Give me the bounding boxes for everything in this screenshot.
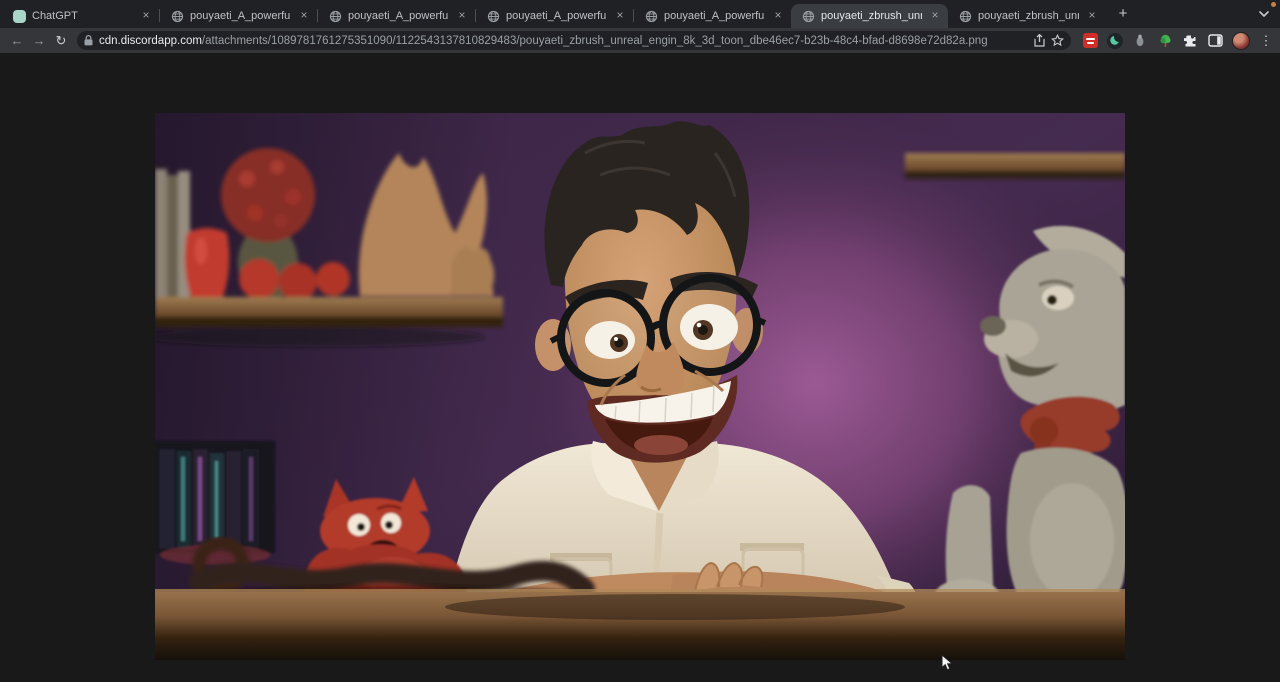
tab-title: ChatGPT [32,10,133,22]
address-bar[interactable]: cdn.discordapp.com/attachments/108978176… [77,31,1071,50]
globe-icon [486,9,500,23]
tab-active[interactable]: pouyaeti_zbrush_unreal_engin × [791,4,948,28]
tab-title: pouyaeti_A_powerful_modern [190,10,291,22]
new-tab-button[interactable]: + [1111,2,1135,26]
tab-close-icon[interactable]: × [1085,9,1099,23]
tab-close-icon[interactable]: × [297,9,311,23]
reload-button[interactable]: ↻ [51,31,71,51]
shelf-top-right [905,153,1125,179]
tab[interactable]: ChatGPT × [2,4,159,28]
tab-title: pouyaeti_A_powerful_modern [348,10,449,22]
red-vase [185,228,230,297]
toolbar: ← → ↻ cdn.discordapp.com/attachments/108… [0,28,1280,53]
tab-title: pouyaeti_A_powerful_modern [506,10,607,22]
globe-icon [801,9,815,23]
desk [155,589,1125,660]
discord-attachment-image[interactable] [155,113,1125,660]
update-indicator-dot [1271,2,1276,7]
tab-close-icon[interactable]: × [139,9,153,23]
url-text: cdn.discordapp.com/attachments/108978176… [99,35,1028,47]
tab[interactable]: pouyaeti_A_powerful_modern × [160,4,317,28]
globe-icon [170,9,184,23]
tab-strip: ChatGPT×pouyaeti_A_powerful_modern×pouya… [0,0,1280,28]
tab-title: pouyaeti_zbrush_unreal_engin [978,10,1079,22]
tab-list: ChatGPT×pouyaeti_A_powerful_modern×pouya… [2,0,1105,28]
side-panel-icon[interactable] [1207,33,1223,49]
tab-close-icon[interactable]: × [771,9,785,23]
extensions-puzzle-icon[interactable] [1182,33,1198,49]
forward-button[interactable]: → [29,31,49,51]
tab-close-icon[interactable]: × [455,9,469,23]
url-path: /attachments/1089781761275351090/1122543… [202,35,988,47]
tab[interactable]: pouyaeti_A_powerful_modern × [318,4,475,28]
globe-icon [958,9,972,23]
tab-search-chevron-icon[interactable] [1258,5,1270,23]
browser-menu-button[interactable]: ⋮ [1259,33,1273,49]
pointer-extension-icon[interactable] [1132,33,1148,49]
dark-reader-extension-icon[interactable] [1107,33,1123,49]
tab-close-icon[interactable]: × [613,9,627,23]
red-apples [239,259,350,301]
tab[interactable]: pouyaeti_A_powerful_modern × [634,4,791,28]
chatgpt-icon [12,9,26,23]
tree-extension-icon[interactable] [1157,33,1173,49]
globe-icon [644,9,658,23]
bookmark-star-icon[interactable] [1051,34,1064,47]
url-domain: cdn.discordapp.com [99,35,202,47]
tab-close-icon[interactable]: × [928,9,942,23]
tab[interactable]: pouyaeti_zbrush_unreal_engin × [948,4,1105,28]
share-icon[interactable] [1034,34,1045,47]
lastpass-extension-icon[interactable] [1082,33,1098,49]
extensions-area: ⋮ [1079,32,1273,50]
back-button[interactable]: ← [7,31,27,51]
tab-title: pouyaeti_A_powerful_modern [664,10,765,22]
tab-title: pouyaeti_zbrush_unreal_engin [821,10,922,22]
globe-icon [328,9,342,23]
tab[interactable]: pouyaeti_A_powerful_modern × [476,4,633,28]
lock-icon[interactable] [84,35,93,46]
profile-avatar[interactable] [1232,32,1250,50]
page-content [0,53,1280,682]
